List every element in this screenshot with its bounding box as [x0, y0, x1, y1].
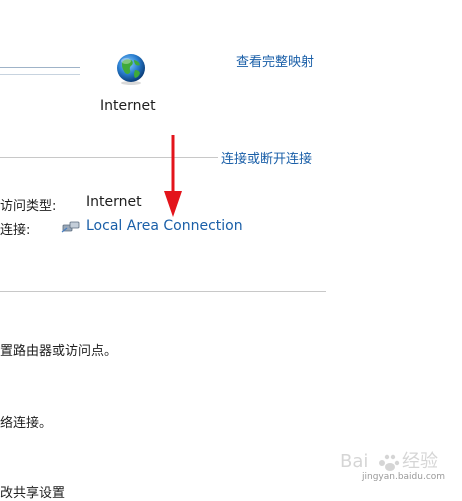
svg-text:Bai: Bai [340, 451, 368, 472]
network-cable-icon [61, 219, 81, 235]
internet-globe-icon[interactable] [114, 52, 148, 86]
internet-node-label: Internet [100, 98, 156, 114]
svg-text:经验: 经验 [402, 451, 438, 472]
view-full-map-link[interactable]: 查看完整映射 [236, 51, 314, 70]
task-network-connection-text: 络连接。 [0, 416, 53, 431]
task-setup-router-text: 置路由器或访问点。 [0, 344, 118, 359]
access-type-label: 访问类型: [0, 199, 57, 214]
local-area-connection-link[interactable]: Local Area Connection [86, 218, 243, 234]
connection-label: 连接: [0, 223, 31, 238]
connect-or-disconnect-link[interactable]: 连接或断开连接 [221, 148, 312, 167]
watermark-url: jingyan.baidu.com [362, 472, 446, 482]
network-map-connector-line [0, 67, 80, 75]
connect-separator-line [0, 157, 218, 158]
access-type-value: Internet [86, 194, 142, 210]
task-sharing-settings-text: 改共享设置 [0, 486, 66, 501]
red-annotation-arrow [162, 135, 184, 217]
section-divider [0, 291, 326, 292]
